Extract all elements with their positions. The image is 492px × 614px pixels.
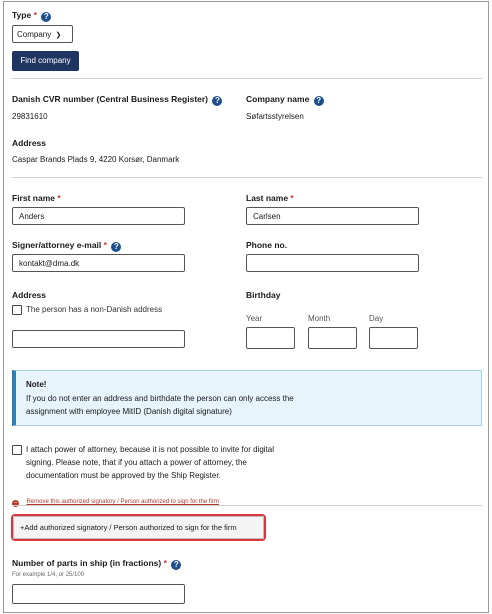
help-icon[interactable]: ? bbox=[171, 560, 182, 570]
help-icon[interactable]: ? bbox=[212, 96, 223, 106]
required-marker: * bbox=[57, 193, 61, 203]
non-danish-label: The person has a non-Danish address bbox=[26, 305, 163, 314]
company-name-value: Søfartsstyrelsen bbox=[246, 112, 304, 121]
note-title: Note! bbox=[26, 380, 47, 389]
parts-input[interactable] bbox=[12, 584, 185, 604]
company-name-label: Company name ? bbox=[246, 94, 324, 106]
chevron-down-icon: ❯ bbox=[55, 32, 62, 39]
attach-line-3: documentation must be approved by the Sh… bbox=[26, 471, 221, 480]
last-name-label: Last name * bbox=[246, 193, 294, 203]
parts-hint: For example 1/4, or 25/100 bbox=[12, 572, 85, 578]
required-marker: * bbox=[163, 558, 167, 568]
email-label: Signer/attorney e-mail * ? bbox=[12, 240, 122, 252]
help-icon[interactable]: ? bbox=[111, 242, 122, 252]
parts-label: Number of parts in ship (in fractions) *… bbox=[12, 558, 182, 570]
year-label: Year bbox=[246, 314, 263, 323]
divider bbox=[12, 505, 482, 506]
add-signatory-button[interactable]: +Add authorized signatory / Person autho… bbox=[13, 516, 264, 539]
required-marker: * bbox=[103, 240, 107, 250]
note-line-1: If you do not enter an address and birth… bbox=[26, 394, 294, 403]
cvr-value: 29831610 bbox=[12, 112, 48, 121]
year-input[interactable] bbox=[246, 327, 295, 349]
attach-attorney-checkbox[interactable] bbox=[12, 445, 22, 455]
day-label: Day bbox=[369, 314, 384, 323]
required-marker: * bbox=[290, 193, 294, 203]
email-input[interactable]: kontakt@dma.dk bbox=[12, 254, 185, 272]
first-name-label: First name * bbox=[12, 193, 61, 203]
find-company-button[interactable]: Find company bbox=[12, 51, 79, 71]
type-label: Type * ? bbox=[12, 10, 52, 22]
phone-label: Phone no. bbox=[246, 240, 288, 250]
form-container: Type * ? Company ❯ Find company Danish C… bbox=[3, 1, 489, 613]
cvr-label: Danish CVR number (Central Business Regi… bbox=[12, 94, 223, 106]
person-address-input[interactable] bbox=[12, 330, 185, 348]
type-select[interactable]: Company ❯ bbox=[12, 25, 73, 43]
company-address-value: Caspar Brands Plads 9, 4220 Korsør, Danm… bbox=[12, 155, 180, 164]
required-marker: * bbox=[33, 10, 37, 20]
birthday-label: Birthday bbox=[246, 290, 281, 300]
note-line-2: assignment with employee MitID (Danish d… bbox=[26, 407, 232, 416]
day-input[interactable] bbox=[369, 327, 418, 349]
month-label: Month bbox=[308, 314, 331, 323]
help-icon[interactable]: ? bbox=[313, 96, 324, 106]
help-icon[interactable]: ? bbox=[41, 12, 52, 22]
phone-input[interactable] bbox=[246, 254, 419, 272]
person-address-label: Address bbox=[12, 290, 47, 300]
attach-line-2: signing. Please note, that if you attach… bbox=[26, 458, 247, 467]
company-address-label: Address bbox=[12, 138, 47, 148]
month-input[interactable] bbox=[308, 327, 357, 349]
divider bbox=[12, 78, 482, 79]
last-name-input[interactable]: Carlsen bbox=[246, 207, 419, 225]
attach-line-1: I attach power of attorney, because it i… bbox=[26, 445, 274, 454]
note-box: Note! If you do not enter an address and… bbox=[12, 370, 482, 426]
divider bbox=[12, 177, 482, 178]
non-danish-checkbox[interactable] bbox=[12, 305, 22, 315]
first-name-input[interactable]: Anders bbox=[12, 207, 185, 225]
